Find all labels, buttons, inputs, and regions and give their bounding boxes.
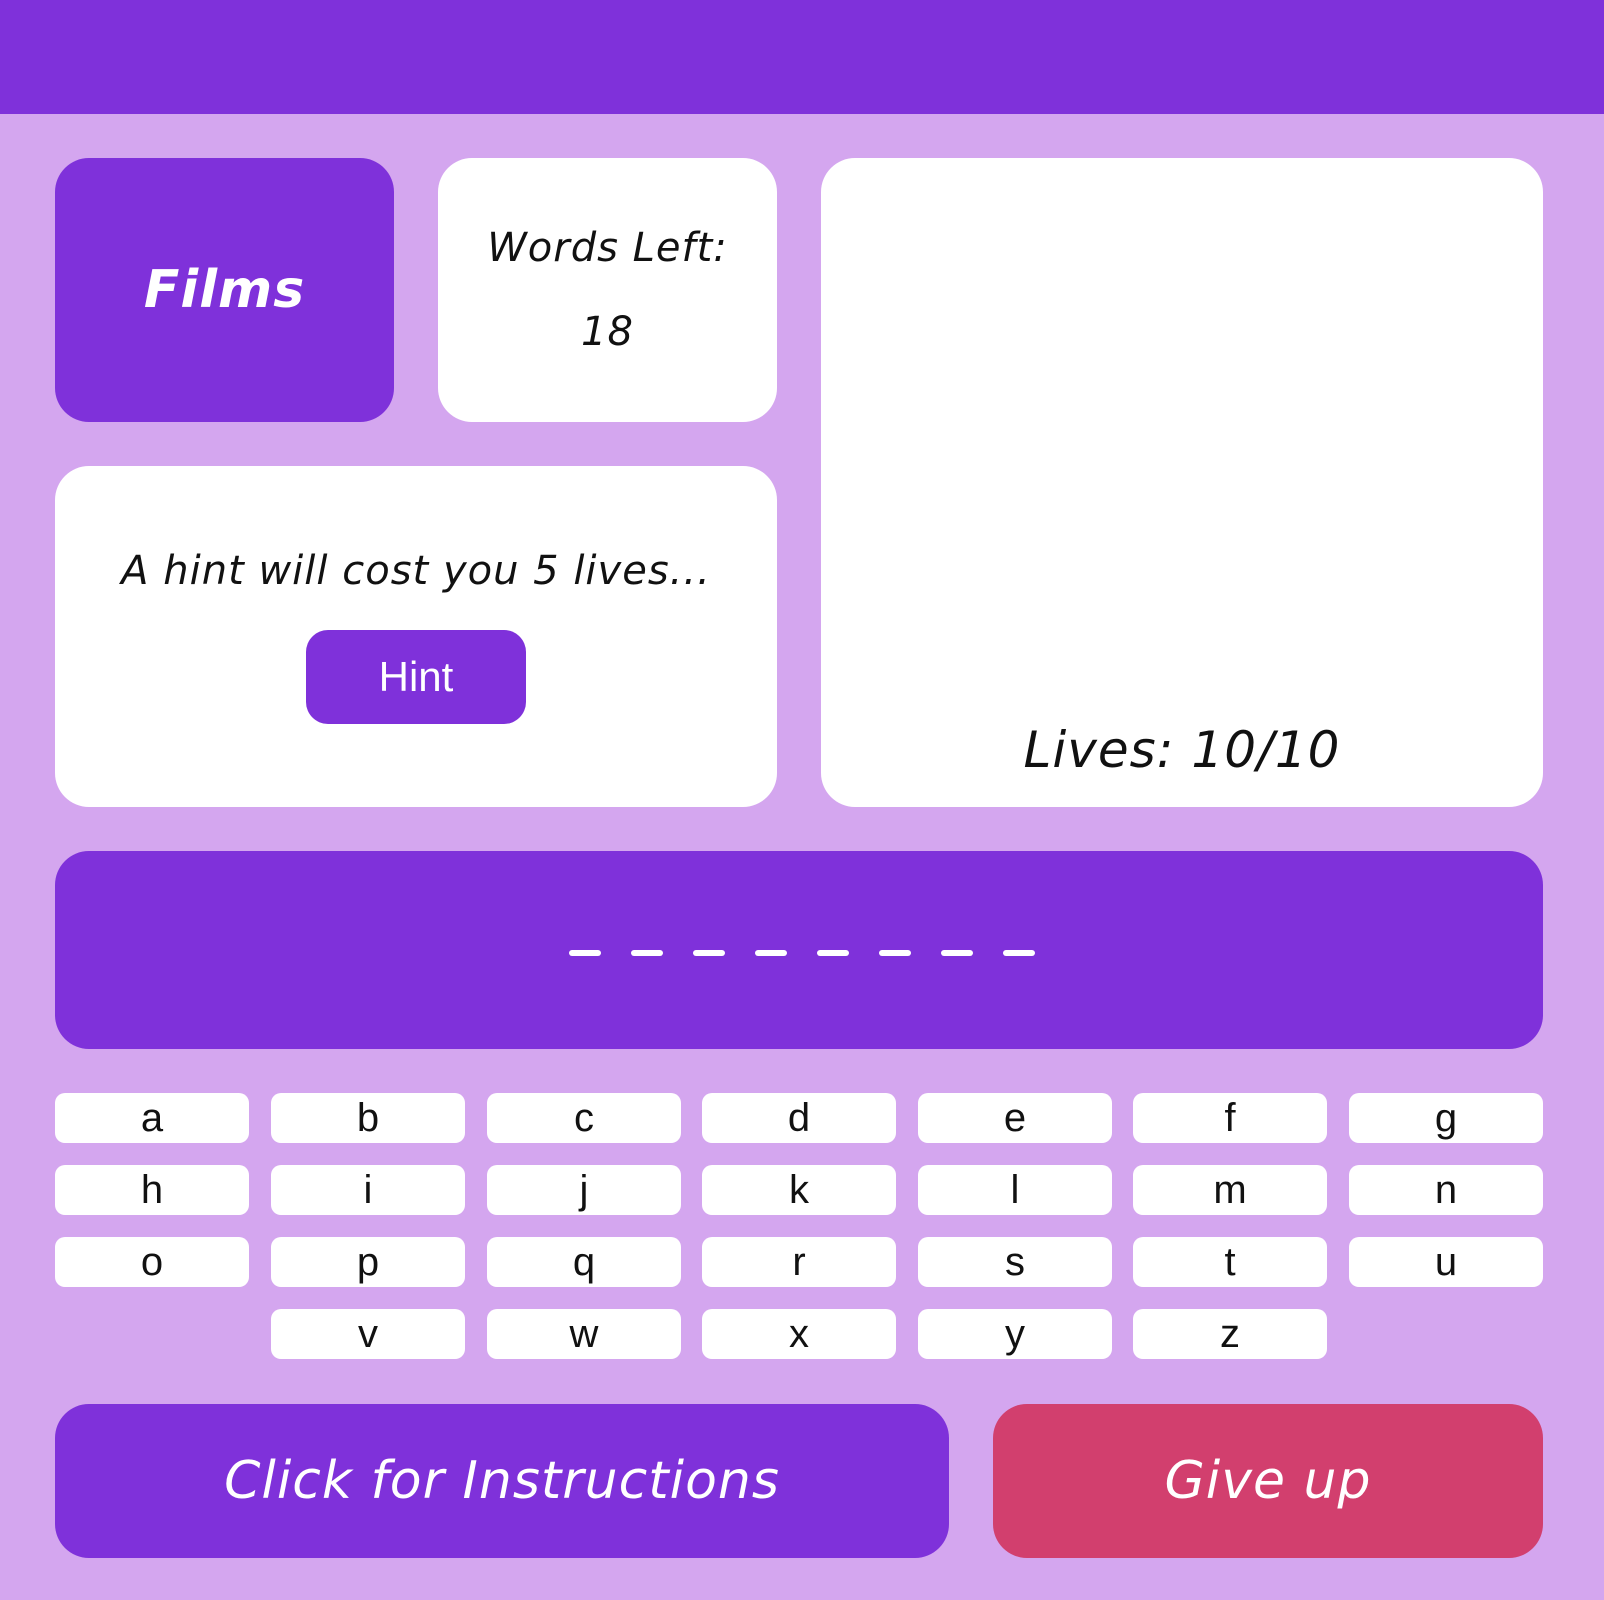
letter-blank [631, 950, 663, 956]
category-label: Films [143, 260, 306, 320]
hint-button[interactable]: Hint [306, 630, 526, 724]
key-r[interactable]: r [702, 1237, 896, 1287]
letter-blank [879, 950, 911, 956]
key-n[interactable]: n [1349, 1165, 1543, 1215]
lives-counter: Lives: 10/10 [1023, 721, 1341, 779]
instructions-button[interactable]: Click for Instructions [55, 1404, 949, 1558]
letter-blank [569, 950, 601, 956]
key-u[interactable]: u [1349, 1237, 1543, 1287]
letter-blank [755, 950, 787, 956]
key-s[interactable]: s [918, 1237, 1112, 1287]
letter-blank [693, 950, 725, 956]
letter-blank [941, 950, 973, 956]
key-e[interactable]: e [918, 1093, 1112, 1143]
key-g[interactable]: g [1349, 1093, 1543, 1143]
words-left-label: Words Left: [487, 225, 728, 271]
key-y[interactable]: y [918, 1309, 1112, 1359]
key-p[interactable]: p [271, 1237, 465, 1287]
key-l[interactable]: l [918, 1165, 1112, 1215]
key-t[interactable]: t [1133, 1237, 1327, 1287]
hint-card: A hint will cost you 5 lives... Hint [55, 466, 777, 807]
key-k[interactable]: k [702, 1165, 896, 1215]
key-q[interactable]: q [487, 1237, 681, 1287]
key-v[interactable]: v [271, 1309, 465, 1359]
key-z[interactable]: z [1133, 1309, 1327, 1359]
letter-blank [1003, 950, 1035, 956]
key-h[interactable]: h [55, 1165, 249, 1215]
key-w[interactable]: w [487, 1309, 681, 1359]
key-b[interactable]: b [271, 1093, 465, 1143]
key-a[interactable]: a [55, 1093, 249, 1143]
key-d[interactable]: d [702, 1093, 896, 1143]
key-j[interactable]: j [487, 1165, 681, 1215]
key-x[interactable]: x [702, 1309, 896, 1359]
words-left-card: Words Left: 18 [438, 158, 777, 422]
give-up-button[interactable]: Give up [993, 1404, 1543, 1558]
top-bar [0, 0, 1604, 114]
category-card: Films [55, 158, 394, 422]
key-m[interactable]: m [1133, 1165, 1327, 1215]
key-o[interactable]: o [55, 1237, 249, 1287]
key-c[interactable]: c [487, 1093, 681, 1143]
letter-blank [817, 950, 849, 956]
hint-cost-text: A hint will cost you 5 lives... [121, 548, 711, 594]
key-f[interactable]: f [1133, 1093, 1327, 1143]
words-left-count: 18 [581, 309, 634, 355]
key-i[interactable]: i [271, 1165, 465, 1215]
word-blanks [0, 950, 1604, 956]
hangman-drawing-panel: Lives: 10/10 [821, 158, 1543, 807]
